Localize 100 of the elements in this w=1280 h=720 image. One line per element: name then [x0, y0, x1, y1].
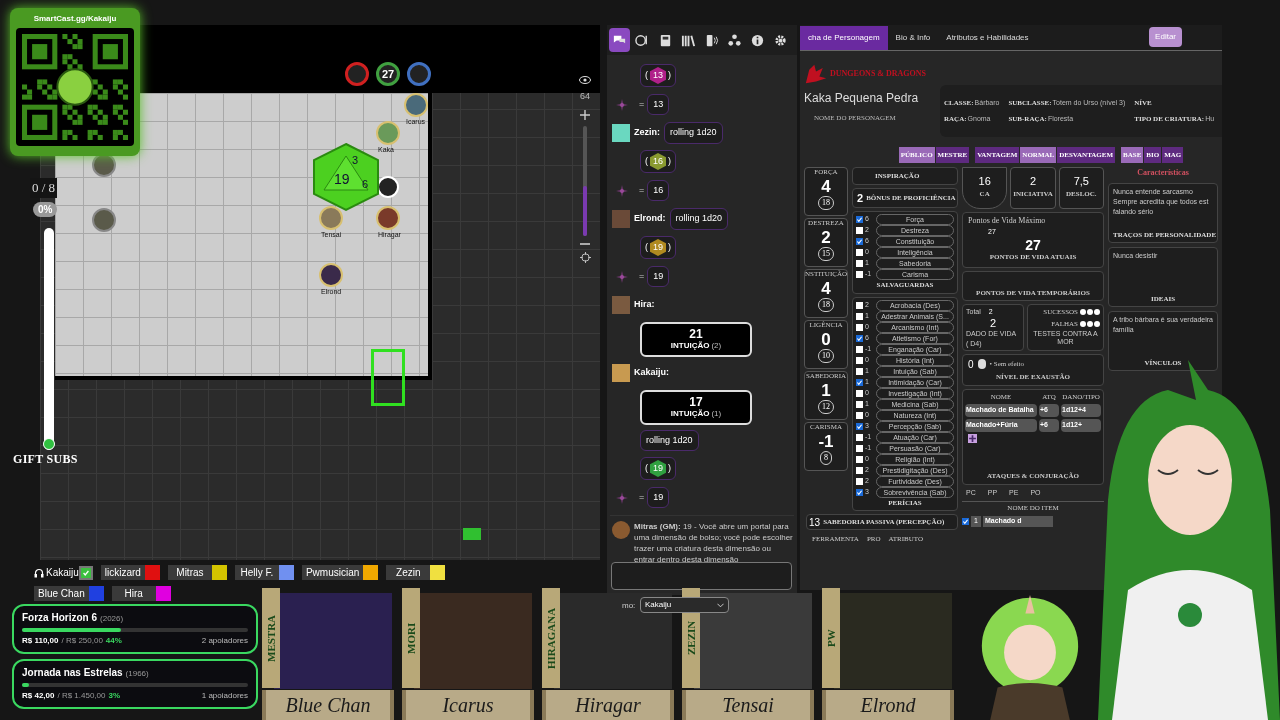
checkbox[interactable]: [856, 334, 863, 342]
user-avatar: [612, 521, 630, 539]
bracket: ): [668, 68, 671, 82]
player-name: Helly F.: [234, 565, 279, 580]
gift-subs-label: GIFT SUBS: [13, 451, 78, 468]
vertical-slider-track[interactable]: [44, 228, 54, 450]
player-tag: HIRAGANA: [542, 588, 560, 688]
spiky-icon: [616, 184, 628, 197]
checkbox[interactable]: [856, 433, 863, 441]
exhaustion-value: 0: [968, 357, 974, 372]
supporters-count: 1 apoiadores: [201, 690, 248, 702]
sheet-tab[interactable]: cha de Personagem: [800, 26, 888, 50]
checkbox[interactable]: [856, 345, 863, 353]
target-icon[interactable]: [579, 251, 591, 263]
spiky-icon: [616, 270, 628, 283]
raised-amount: R$ 110,00: [22, 635, 59, 647]
roll-count: (2): [711, 341, 722, 350]
checkbox[interactable]: [856, 378, 863, 386]
bracket: (: [645, 68, 648, 82]
raised-amount: R$ 42,00: [22, 690, 55, 702]
character-name: Kaka Pequena Pedra: [804, 90, 920, 107]
character-name-scroll: Elrond: [822, 690, 954, 720]
checkbox[interactable]: [856, 356, 863, 364]
eye-icon[interactable]: [579, 76, 591, 84]
passive-value: 13: [809, 515, 821, 530]
attribute-modifier: 0: [821, 331, 831, 348]
roll-result-value: 17: [689, 396, 703, 408]
checkbox[interactable]: [856, 477, 863, 485]
zoom-in-icon[interactable]: [580, 109, 590, 120]
speaker-name: Kakaiju:: [634, 366, 669, 380]
stepper-control[interactable]: [977, 359, 986, 369]
journal-icon: [658, 32, 673, 48]
speak-as-dropdown[interactable]: Kakaiju: [640, 597, 729, 613]
user-avatar: [612, 364, 630, 382]
bracket: (: [645, 461, 648, 475]
roll-text: rolling 1d20: [669, 208, 729, 230]
roll-count: (1): [711, 409, 722, 418]
speaker-icon: [704, 32, 719, 48]
checkbox[interactable]: [856, 400, 863, 408]
add-icon[interactable]: [968, 434, 977, 443]
spiky-icon: [616, 98, 628, 111]
roll-total: 13: [647, 93, 670, 116]
zoom-out-icon[interactable]: [580, 241, 590, 246]
equals-sign: =: [639, 269, 645, 283]
bracket: ): [668, 154, 671, 168]
checkbox[interactable]: [856, 271, 863, 278]
chat-tab[interactable]: [609, 28, 630, 52]
nodes-icon: [727, 32, 742, 48]
checkbox[interactable]: [856, 312, 863, 320]
logo-text: DUNGEONS & DRAGONS: [830, 68, 926, 80]
stat-value: 7,5: [1073, 176, 1089, 188]
chat-input-field[interactable]: [611, 562, 792, 590]
spiky-icon: [616, 491, 628, 504]
checkbox[interactable]: [856, 227, 863, 234]
speaker-name: Hira:: [634, 298, 655, 312]
character-name-scroll: Tensai: [682, 690, 814, 720]
player-name: Hira: [111, 586, 156, 601]
section-title: Características: [1136, 167, 1190, 179]
goal-title: Jornada nas Estrelas: [22, 666, 123, 680]
checkbox[interactable]: [856, 411, 863, 419]
zoom-slider-track[interactable]: [583, 125, 587, 236]
player-tag: MESTRA: [262, 588, 280, 688]
checkbox[interactable]: [856, 301, 863, 309]
qr-url: SmartCast.gg/Kakaiju: [33, 13, 117, 25]
sheet-tab[interactable]: Atributos e Habilidades: [938, 26, 1037, 50]
gm-message: Mitras (GM): 19 - Você abre um portal para uma dimensão de bolso; você pode escolher trazer uma criatura desta dimensão ou entrar dentro desta dimensão: [634, 521, 794, 565]
checkbox[interactable]: [856, 249, 863, 256]
checkbox[interactable]: [856, 488, 863, 496]
speaker-name: Zezin:: [634, 126, 660, 140]
checkbox[interactable]: [856, 238, 863, 245]
bracket: (: [645, 154, 648, 168]
player-name: Kakaiju: [46, 566, 79, 580]
speak-as-label: mo:: [622, 600, 636, 612]
checkbox[interactable]: [962, 517, 969, 525]
checkbox[interactable]: [856, 367, 863, 375]
current-hp-value: 27: [1024, 237, 1042, 252]
user-avatar: [612, 296, 630, 314]
goal-amount: / R$ 250,00: [61, 635, 103, 647]
qr-code-icon: [22, 34, 128, 140]
goal-year: (1966): [125, 668, 149, 680]
checkbox[interactable]: [856, 466, 863, 474]
sheet-tab[interactable]: Bio & Info: [887, 26, 939, 50]
goal-percent: 3%: [108, 690, 121, 702]
checkbox[interactable]: [856, 444, 863, 452]
checkbox[interactable]: [856, 260, 863, 267]
checkbox[interactable]: [856, 389, 863, 397]
checkbox[interactable]: [856, 216, 863, 223]
goal-percent: 44%: [105, 635, 122, 647]
checkbox[interactable]: [856, 422, 863, 430]
dice-value: 19: [650, 239, 666, 256]
caret-icon: [717, 602, 724, 608]
roll-total: 19: [647, 265, 670, 288]
settings-icon: [773, 32, 788, 48]
checkbox[interactable]: [856, 455, 863, 463]
roll-text: rolling 1d20: [640, 429, 699, 452]
drawn-rectangle: [371, 349, 405, 406]
dice-value: 19: [650, 460, 666, 477]
checkbox[interactable]: [856, 323, 863, 331]
turn-counter: 0 / 8: [30, 178, 58, 198]
equals-sign: =: [639, 97, 645, 111]
